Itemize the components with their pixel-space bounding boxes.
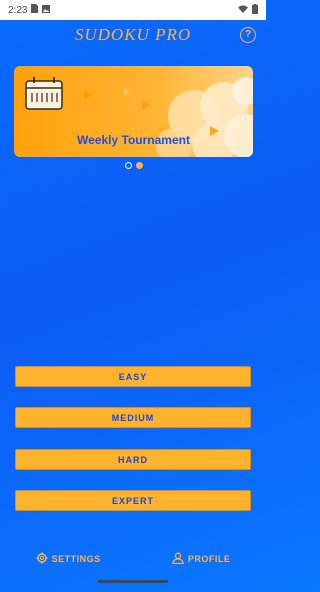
carousel-dot[interactable]: [125, 162, 132, 169]
app-header: SUDOKU PRO ?: [0, 20, 266, 50]
medium-button[interactable]: MEDIUM: [15, 407, 251, 428]
profile-nav-item[interactable]: PROFILE: [172, 552, 231, 566]
calendar-icon: [25, 77, 63, 110]
home-indicator[interactable]: [98, 580, 168, 583]
banner-title: Weekly Tournament: [77, 133, 190, 147]
settings-label: SETTINGS: [51, 554, 101, 564]
hard-button[interactable]: HARD: [15, 449, 251, 470]
profile-label: PROFILE: [187, 554, 231, 564]
app-title: SUDOKU PRO: [74, 25, 192, 44]
sim-card-icon: [31, 4, 39, 16]
gear-icon: [36, 552, 48, 566]
status-bar-right: [238, 3, 258, 17]
expert-button[interactable]: EXPERT: [15, 490, 251, 511]
person-icon: [172, 552, 184, 566]
settings-nav-item[interactable]: SETTINGS: [36, 552, 101, 566]
status-bar-left: 2:23: [8, 4, 51, 16]
help-icon: ?: [244, 29, 252, 40]
help-button[interactable]: ?: [240, 27, 256, 43]
wifi-icon: [238, 5, 248, 16]
status-time: 2:23: [8, 4, 28, 16]
easy-button[interactable]: EASY: [15, 366, 251, 387]
carousel-indicator: [125, 162, 143, 169]
status-bar: 2:23: [0, 0, 266, 20]
carousel-dot-active[interactable]: [136, 162, 143, 169]
weekly-tournament-banner[interactable]: Weekly Tournament: [14, 66, 253, 157]
photo-icon: [42, 4, 51, 16]
battery-icon: [252, 3, 258, 17]
bottom-nav: SETTINGS PROFILE: [0, 545, 266, 573]
